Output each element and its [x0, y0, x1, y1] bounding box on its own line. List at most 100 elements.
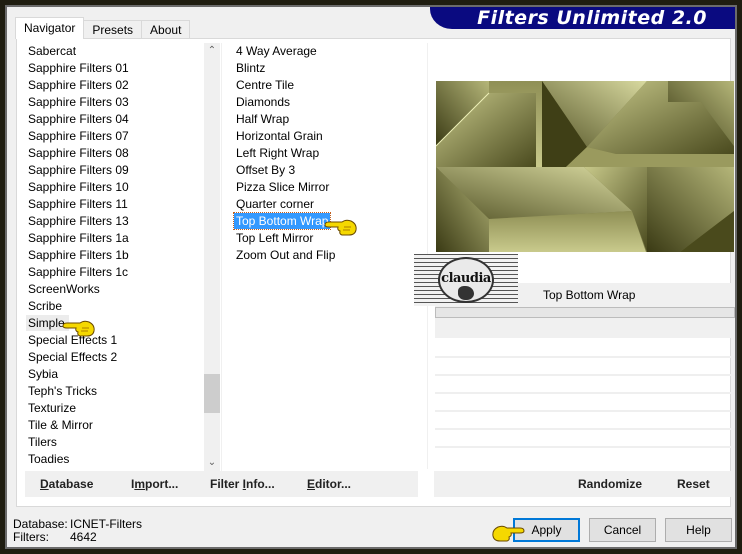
filter-list-item[interactable]: 4 Way Average [230, 43, 420, 60]
tab-navigator[interactable]: Navigator [15, 17, 85, 39]
list-item-label: Sapphire Filters 1a [28, 231, 129, 245]
filter-list-item[interactable]: Left Right Wrap [230, 145, 420, 162]
scroll-thumb[interactable] [204, 374, 220, 413]
category-list-item[interactable]: Toadies [19, 451, 204, 468]
filter-list-item[interactable]: Offset By 3 [230, 162, 420, 179]
list-item-label: Zoom Out and Flip [236, 248, 336, 262]
parameter-row [435, 356, 735, 358]
navigator-panel: Sabercat Sapphire Filters 01 Sapphire Filt… [16, 38, 735, 507]
list-item-label: Toadies [28, 452, 70, 466]
category-list-item[interactable]: ScreenWorks [19, 281, 204, 298]
pointing-hand-icon [492, 525, 525, 542]
list-item-label: Scribe [28, 299, 63, 313]
list-item-label: Horizontal Grain [236, 129, 323, 143]
watermark-logo: claudia [414, 254, 518, 306]
category-list-item[interactable]: Sapphire Filters 10 [19, 179, 204, 196]
list-item-label: Teph's Tricks [28, 384, 97, 398]
category-list-item[interactable]: Scribe [19, 298, 204, 315]
filter-list-item[interactable]: Horizontal Grain [230, 128, 420, 145]
list-item-label: Sapphire Filters 10 [28, 180, 129, 194]
import-button[interactable]: Import... [131, 471, 178, 497]
reset-button[interactable]: Reset [677, 471, 710, 497]
filter-list-item[interactable]: Blintz [230, 60, 420, 77]
filter-info-button[interactable]: Filter Info... [210, 471, 275, 497]
category-list-item[interactable]: Sapphire Filters 04 [19, 111, 204, 128]
category-scrollbar[interactable]: ⌃ ⌄ [204, 43, 220, 471]
category-list-item[interactable]: Tile & Mirror [19, 417, 204, 434]
category-list-item[interactable]: Tilers [19, 434, 204, 451]
list-item-label: Offset By 3 [236, 163, 296, 177]
list-item-label: 4 Way Average [236, 44, 317, 58]
filter-preview-image [436, 81, 734, 252]
list-item-label: Centre Tile [236, 78, 295, 92]
filter-list-item[interactable]: Centre Tile [230, 77, 420, 94]
editor-button[interactable]: Editor... [307, 471, 351, 497]
list-item-label: Sapphire Filters 04 [28, 112, 129, 126]
category-list-item[interactable]: Sapphire Filters 07 [19, 128, 204, 145]
parameter-row [435, 374, 735, 376]
parameter-row [435, 428, 735, 430]
database-button[interactable]: Database [40, 471, 93, 497]
filter-list[interactable]: 4 Way Average Blintz Centre Tile Diamonds Ha… [230, 43, 420, 469]
list-divider [221, 43, 222, 471]
filter-list-item[interactable]: Zoom Out and Flip [230, 247, 420, 264]
list-item-label: Pizza Slice Mirror [236, 180, 330, 194]
scroll-up-arrow-icon[interactable]: ⌃ [204, 43, 220, 59]
filters-count-value: 4642 [70, 530, 97, 544]
list-item-label: Tile & Mirror [28, 418, 93, 432]
list-item-label: Tilers [28, 435, 57, 449]
parameter-area-header [435, 318, 735, 338]
category-list-item[interactable]: Texturize [19, 400, 204, 417]
category-list[interactable]: Sabercat Sapphire Filters 01 Sapphire Filt… [19, 43, 204, 469]
list-item-label: Sapphire Filters 03 [28, 95, 129, 109]
category-list-item[interactable]: Sybia [19, 366, 204, 383]
watermark-badge: claudia [438, 257, 494, 303]
list-item-label: Sapphire Filters 07 [28, 129, 129, 143]
category-list-item[interactable]: Sapphire Filters 02 [19, 77, 204, 94]
category-list-item[interactable]: Sapphire Filters 11 [19, 196, 204, 213]
scroll-down-arrow-icon[interactable]: ⌄ [204, 455, 220, 471]
list-item-label: Sapphire Filters 08 [28, 146, 129, 160]
help-button[interactable]: Help [665, 518, 732, 542]
category-list-item[interactable]: Sapphire Filters 13 [19, 213, 204, 230]
category-list-item[interactable]: Sapphire Filters 03 [19, 94, 204, 111]
list-item-label: Blintz [236, 61, 266, 75]
list-item-label: Top Bottom Wrap [232, 212, 332, 230]
tab-about[interactable]: About [141, 20, 191, 39]
list-item-label: Texturize [28, 401, 77, 415]
category-list-item[interactable]: Special Effects 2 [19, 349, 204, 366]
list-item-label: Sapphire Filters 02 [28, 78, 129, 92]
preview-button-bar: Randomize Reset [434, 471, 734, 497]
category-list-item[interactable]: Special Effects 1 [19, 332, 204, 349]
category-list-item[interactable]: Transparency [19, 468, 204, 469]
category-list-item[interactable]: Sapphire Filters 09 [19, 162, 204, 179]
filters-unlimited-window: Filters Unlimited 2.0 Navigator Presets … [5, 5, 737, 549]
category-list-item[interactable]: Sapphire Filters 1c [19, 264, 204, 281]
list-item-label: Special Effects 2 [28, 350, 118, 364]
filter-list-item[interactable]: Diamonds [230, 94, 420, 111]
cancel-button[interactable]: Cancel [589, 518, 656, 542]
filter-list-item[interactable]: Quarter corner [230, 196, 420, 213]
parameter-row [435, 446, 735, 448]
randomize-button[interactable]: Randomize [578, 471, 642, 497]
filter-list-item[interactable]: Pizza Slice Mirror [230, 179, 420, 196]
category-list-item[interactable]: Sapphire Filters 08 [19, 145, 204, 162]
tab-presets[interactable]: Presets [83, 20, 143, 39]
category-list-item[interactable]: Sapphire Filters 1b [19, 247, 204, 264]
watermark-text: claudia [441, 271, 491, 286]
list-item-label: Diamonds [236, 95, 291, 109]
list-item-label: Sapphire Filters 1c [28, 265, 129, 279]
tab-bar: Navigator Presets About [15, 17, 191, 39]
database-status: Database: ICNET-Filters Filters: 4642 [13, 518, 142, 544]
list-item-label: Left Right Wrap [236, 146, 320, 160]
category-list-item[interactable]: Sabercat [19, 43, 204, 60]
category-list-item[interactable]: Simple [19, 315, 204, 332]
pointing-hand-icon [324, 219, 357, 236]
category-list-item[interactable]: Teph's Tricks [19, 383, 204, 400]
category-list-item[interactable]: Sapphire Filters 1a [19, 230, 204, 247]
category-list-item[interactable]: Sapphire Filters 01 [19, 60, 204, 77]
list-item-label: Sapphire Filters 11 [28, 197, 128, 211]
list-item-label: Sapphire Filters 1b [28, 248, 129, 262]
filter-list-item[interactable]: Half Wrap [230, 111, 420, 128]
list-item-label: Sybia [28, 367, 59, 381]
